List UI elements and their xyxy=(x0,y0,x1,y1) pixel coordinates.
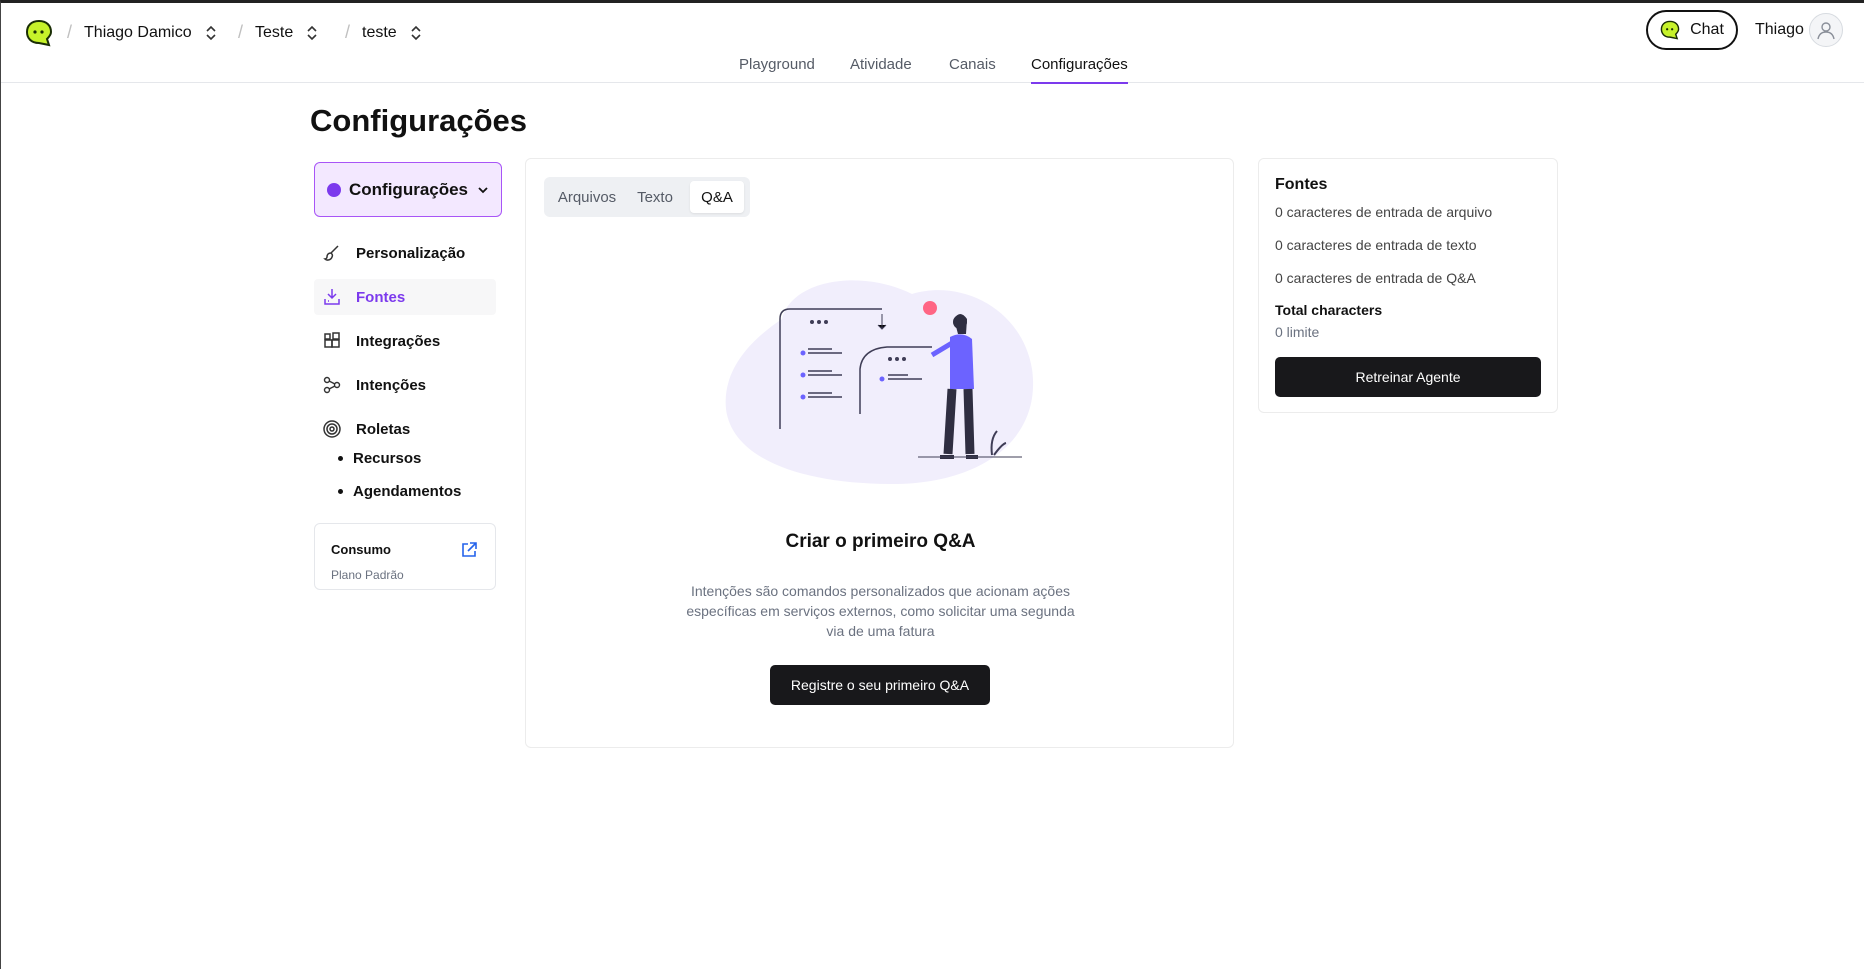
tab-arquivos[interactable]: Arquivos xyxy=(552,181,622,213)
brush-icon xyxy=(323,245,339,261)
consumo-card[interactable]: Consumo Plano Padrão xyxy=(314,523,496,590)
bullet-icon xyxy=(338,456,343,461)
sources-title: Fontes xyxy=(1275,176,1328,193)
download-tray-icon xyxy=(324,289,340,305)
avatar[interactable] xyxy=(1809,13,1843,47)
nav-tabs: Playground Atividade Canais Configuraçõe… xyxy=(1,56,1864,84)
retrain-agent-button[interactable]: Retreinar Agente xyxy=(1275,357,1541,397)
tab-configuracoes[interactable]: Configurações xyxy=(1031,56,1128,84)
agent-status-dot xyxy=(327,182,341,197)
sidebar-item-label: Roletas xyxy=(356,420,411,438)
chat-logo-icon xyxy=(1660,20,1680,40)
chevron-down-icon xyxy=(478,186,488,193)
empty-state-illustration xyxy=(725,280,1034,484)
chevron-up-down-icon xyxy=(206,25,216,40)
empty-state-title: Criar o primeiro Q&A xyxy=(785,531,976,552)
agent-selector[interactable]: Configurações xyxy=(314,162,502,217)
tab-qa[interactable]: Q&A xyxy=(690,181,744,213)
sidebar-item-roletas[interactable]: Roletas xyxy=(314,411,496,447)
sidebar-item-label: Integrações xyxy=(356,332,441,350)
empty-state-description: Intenções são comandos personalizados qu… xyxy=(686,583,1075,639)
chevron-up-down-icon xyxy=(411,25,421,40)
limit-label: 0 limite xyxy=(1275,324,1320,340)
consumo-plan: Plano Padrão xyxy=(331,568,404,582)
source-tabs: Arquivos Texto Q&A xyxy=(544,177,750,217)
sidebar-subitem-agendamentos[interactable]: Agendamentos xyxy=(338,483,461,500)
breadcrumb-agent-label: teste xyxy=(362,23,397,41)
sidebar-item-fontes[interactable]: Fontes xyxy=(314,279,496,315)
file-chars-count: 0 caracteres de entrada de arquivo xyxy=(1275,204,1493,220)
sidebar-subitem-recursos[interactable]: Recursos xyxy=(338,450,421,467)
sidebar-item-label: Fontes xyxy=(356,288,406,306)
breadcrumb-separator: / xyxy=(238,22,244,42)
breadcrumb-separator: / xyxy=(67,22,73,42)
sidebar-subitem-label: Recursos xyxy=(353,450,422,467)
top-bar: / Thiago Damico / Teste / teste Playgrou… xyxy=(1,3,1864,84)
sidebar-item-personalizacao[interactable]: Personalização xyxy=(314,235,496,271)
breadcrumb-org-label: Thiago Damico xyxy=(84,23,192,41)
target-icon xyxy=(323,420,341,438)
total-characters-label: Total characters xyxy=(1275,302,1383,318)
breadcrumb-org[interactable]: / Thiago Damico xyxy=(67,22,218,43)
external-link-icon[interactable] xyxy=(459,540,479,560)
breadcrumb-project[interactable]: / Teste xyxy=(238,22,319,43)
breadcrumb-separator: / xyxy=(345,22,351,42)
sources-summary-card: Fontes 0 caracteres de entrada de arquiv… xyxy=(1258,158,1558,413)
user-icon xyxy=(1817,22,1835,40)
breadcrumb-project-label: Teste xyxy=(255,23,294,41)
tab-atividade[interactable]: Atividade xyxy=(850,56,912,84)
qa-chars-count: 0 caracteres de entrada de Q&A xyxy=(1275,270,1476,286)
sidebar-item-label: Intenções xyxy=(356,376,427,394)
sidebar-item-integracoes[interactable]: Integrações xyxy=(314,323,496,359)
register-qa-button[interactable]: Registre o seu primeiro Q&A xyxy=(770,665,990,705)
breadcrumb-agent[interactable]: / teste xyxy=(345,22,423,43)
user-name[interactable]: Thiago xyxy=(1755,21,1804,39)
sidebar-item-label: Personalização xyxy=(356,244,466,262)
tab-canais[interactable]: Canais xyxy=(949,56,996,84)
bullet-icon xyxy=(338,489,343,494)
agent-selector-label: Configurações xyxy=(349,179,469,199)
tab-texto[interactable]: Texto xyxy=(630,181,680,213)
chat-button-label: Chat xyxy=(1690,21,1724,38)
tab-playground[interactable]: Playground xyxy=(739,56,815,84)
sidebar-subitem-label: Agendamentos xyxy=(353,483,462,500)
blocks-icon xyxy=(324,332,340,348)
chevron-up-down-icon xyxy=(307,25,317,40)
page-title: Configurações xyxy=(310,103,528,138)
sidebar-menu: Personalização Fontes Integrações Intenç… xyxy=(314,235,496,455)
sidebar-item-intencoes[interactable]: Intenções xyxy=(314,367,496,403)
workflow-icon xyxy=(323,376,341,394)
qa-card: Arquivos Texto Q&A Criar o primeiro Q&A … xyxy=(525,158,1234,748)
text-chars-count: 0 caracteres de entrada de texto xyxy=(1275,237,1477,253)
chat-button[interactable]: Chat xyxy=(1646,10,1738,50)
app-logo-icon[interactable] xyxy=(25,19,53,47)
consumo-title: Consumo xyxy=(331,542,391,557)
